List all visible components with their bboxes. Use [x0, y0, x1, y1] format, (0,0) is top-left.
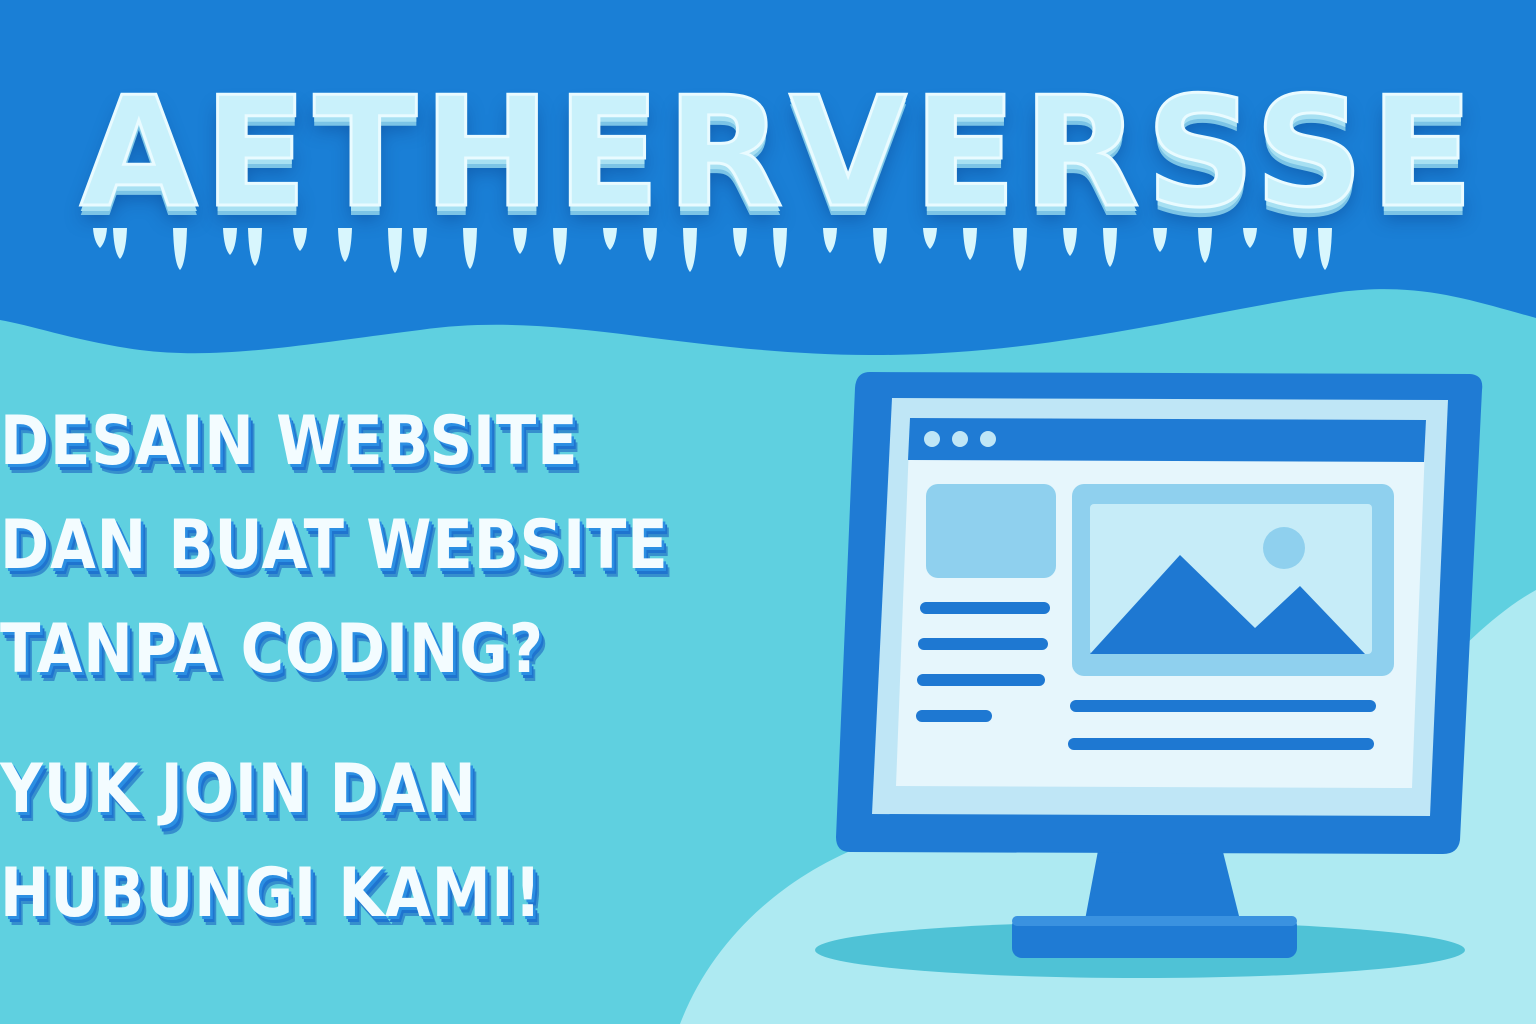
headline-line: DAN BUAT WEBSITE	[0, 506, 669, 585]
headline-cta: YUK JOIN DAN HUBUNGI KAMI!	[0, 738, 542, 946]
content-card	[926, 484, 1056, 578]
desktop-monitor-icon	[815, 372, 1483, 978]
text-line	[916, 710, 992, 722]
window-dot-icon	[924, 431, 940, 447]
sun-shape	[1263, 527, 1305, 569]
headline-line: HUBUNGI KAMI!	[0, 854, 543, 933]
text-line	[920, 602, 1050, 614]
window-dot-icon	[980, 431, 996, 447]
headline-line: TANPA CODING?	[0, 610, 544, 689]
text-line	[918, 638, 1048, 650]
text-line	[1070, 700, 1376, 712]
headline-question: DESAIN WEBSITE DAN BUAT WEBSITE TANPA CO…	[0, 390, 669, 702]
monitor-stand-highlight	[1012, 916, 1297, 926]
window-dot-icon	[952, 431, 968, 447]
headline-line: YUK JOIN DAN	[0, 750, 477, 829]
headline-line: DESAIN WEBSITE	[0, 402, 579, 481]
brand-title: AETHERVERSSE	[79, 63, 1480, 243]
text-line	[917, 674, 1045, 686]
text-line	[1068, 738, 1374, 750]
